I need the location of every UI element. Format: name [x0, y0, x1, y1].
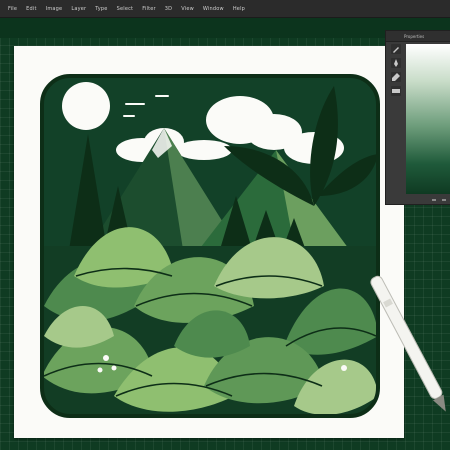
menu-edit[interactable]: Edit: [26, 6, 36, 12]
menu-bar: File Edit Image Layer Type Select Filter…: [0, 0, 450, 18]
menu-window[interactable]: Window: [203, 6, 224, 12]
jungle-illustration: [40, 74, 380, 418]
menu-3d[interactable]: 3D: [165, 6, 172, 12]
menu-help[interactable]: Help: [233, 6, 245, 12]
footer-control-icon[interactable]: [432, 199, 436, 201]
eyedropper-tool-icon[interactable]: [391, 72, 401, 82]
menu-layer[interactable]: Layer: [71, 6, 86, 12]
footer-control-icon[interactable]: [442, 199, 446, 201]
tool-column: [389, 44, 403, 96]
moon-shape: [62, 82, 110, 130]
pen-tool-icon[interactable]: [391, 58, 401, 68]
menu-select[interactable]: Select: [117, 6, 134, 12]
panel-title: Properties: [404, 33, 425, 39]
menu-file[interactable]: File: [8, 6, 17, 12]
panel-header[interactable]: Properties: [386, 31, 450, 42]
menu-view[interactable]: View: [181, 6, 194, 12]
menu-filter[interactable]: Filter: [142, 6, 156, 12]
properties-panel: Properties: [385, 30, 450, 205]
color-gradient-preview[interactable]: [406, 44, 450, 194]
brush-tool-icon[interactable]: [391, 44, 401, 54]
menu-type[interactable]: Type: [95, 6, 107, 12]
options-bar: [0, 18, 450, 38]
gradient-tool-icon[interactable]: [391, 86, 401, 96]
panel-footer: [386, 196, 450, 204]
artboard[interactable]: [14, 46, 404, 438]
menu-image[interactable]: Image: [46, 6, 63, 12]
